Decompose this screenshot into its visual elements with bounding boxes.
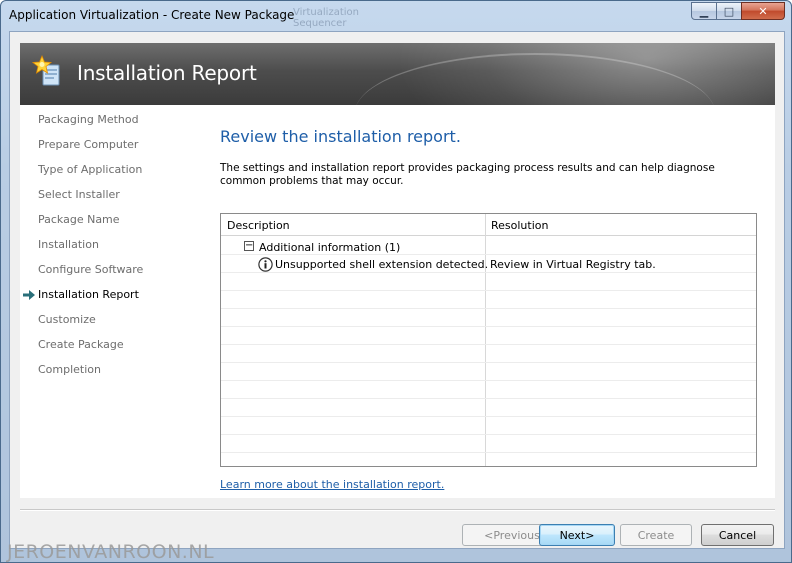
nav-step-configure-software: Configure Software [38,263,144,276]
report-row-description[interactable]: Unsupported shell extension detected. [275,258,488,271]
minimize-icon: ▁ [699,4,709,18]
close-button[interactable]: ✕ [741,2,785,20]
minimize-button[interactable]: ▁ [691,2,717,20]
info-icon [258,257,273,272]
wizard-client-area: Installation Report Packaging Method Prep… [9,31,785,549]
watermark: JEROENVANROON.NL [7,541,215,563]
nav-step-create-package: Create Package [38,338,124,351]
row-gridline [221,290,756,291]
next-button[interactable]: Next> [539,524,615,546]
banner-title: Installation Report [77,61,257,85]
row-gridline [221,308,756,309]
column-divider [485,214,486,466]
maximize-button[interactable]: □ [716,2,742,20]
title-bar[interactable]: Application Virtualization - Create New … [1,1,791,31]
wizard-star-icon [32,55,60,86]
row-gridline [221,254,756,255]
nav-step-installation: Installation [38,238,99,251]
column-header-description[interactable]: Description [227,219,290,232]
maximize-icon: □ [723,4,735,18]
window-title: Application Virtualization - Create New … [9,8,295,22]
arrow-right-icon [23,290,35,300]
row-gridline [221,380,756,381]
row-gridline [221,344,756,345]
row-gridline [221,398,756,399]
nav-step-type-of-application: Type of Application [38,163,143,176]
row-gridline [221,416,756,417]
grid-header: Description Resolution [221,214,756,236]
nav-step-packaging-method: Packaging Method [38,113,139,126]
create-button[interactable]: Create [620,524,692,546]
nav-step-installation-report: Installation Report [38,288,139,301]
learn-more-link[interactable]: Learn more about the installation report… [220,478,444,491]
row-gridline [221,272,756,273]
footer-separator [20,509,775,511]
wizard-banner: Installation Report [20,43,775,105]
title-ghost-text: Virtualization Sequencer [293,7,359,29]
row-gridline [221,326,756,327]
group-label[interactable]: Additional information (1) [259,241,400,254]
nav-step-customize: Customize [38,313,96,326]
nav-step-prepare-computer: Prepare Computer [38,138,139,151]
wizard-content-panel: Review the installation report. The sett… [205,105,775,498]
installation-report-grid[interactable]: Description Resolution − Additional info… [220,213,757,467]
caption-buttons: ▁ □ ✕ [691,2,785,20]
column-header-resolution[interactable]: Resolution [491,219,548,232]
nav-step-package-name: Package Name [38,213,120,226]
row-gridline [221,452,756,453]
row-gridline [221,434,756,435]
report-row-resolution[interactable]: Review in Virtual Registry tab. [490,258,656,271]
nav-step-completion: Completion [38,363,102,376]
page-description: The settings and installation report pro… [220,162,715,187]
row-gridline [221,362,756,363]
app-window: Application Virtualization - Create New … [0,0,792,563]
collapse-group-button[interactable]: − [244,241,254,251]
wizard-steps-panel: Packaging Method Prepare Computer Type of … [20,105,205,498]
cancel-button[interactable]: Cancel [701,524,774,546]
close-icon: ✕ [758,4,768,18]
nav-step-select-installer: Select Installer [38,188,120,201]
page-heading: Review the installation report. [220,127,461,146]
